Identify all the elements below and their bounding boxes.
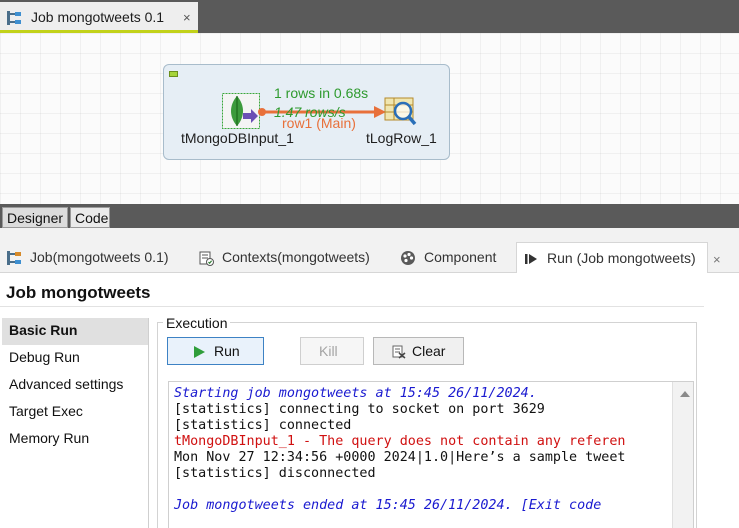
console-line: Starting job mongotweets at 15:45 26/11/… xyxy=(174,386,537,401)
tab-component[interactable]: Component xyxy=(400,242,510,273)
tab-designer[interactable]: Designer xyxy=(2,207,68,228)
console-line: [statistics] connected xyxy=(174,418,352,433)
nav-item-target-exec[interactable]: Target Exec xyxy=(2,399,148,426)
console-line: tMongoDBInput_1 - The query does not con… xyxy=(174,434,626,449)
collapse-subjob-icon[interactable] xyxy=(169,71,178,77)
tab-contexts-label: Contexts(mongotweets) xyxy=(222,249,370,265)
mongodb-icon[interactable] xyxy=(222,93,260,129)
close-icon[interactable]: × xyxy=(713,252,721,267)
tab-code[interactable]: Code xyxy=(70,207,110,228)
run-view-header: Job mongotweets xyxy=(0,280,704,307)
tab-run[interactable]: Run (Job mongotweets) xyxy=(516,242,708,273)
run-settings-nav: Basic Run Debug Run Advanced settings Ta… xyxy=(2,318,149,528)
clear-console-icon xyxy=(392,345,406,359)
play-icon xyxy=(194,346,205,358)
execution-group-label: Execution xyxy=(163,315,231,331)
panel-separator xyxy=(0,228,739,242)
console-output[interactable]: Starting job mongotweets at 15:45 26/11/… xyxy=(168,381,694,528)
clear-button-label: Clear xyxy=(412,343,446,359)
run-button-label: Run xyxy=(214,343,240,359)
tab-contexts[interactable]: Contexts(mongotweets) xyxy=(198,242,388,273)
console-line: Job mongotweets ended at 15:45 26/11/202… xyxy=(174,498,602,513)
designer-code-switch: Designer Code xyxy=(0,204,739,228)
job-icon xyxy=(7,11,21,25)
editor-tab-title: Job mongotweets 0.1 xyxy=(31,9,165,25)
component-label-mongodb: tMongoDBInput_1 xyxy=(181,130,294,146)
console-line: Mon Nov 27 12:34:56 +0000 2024|1.0|Here’… xyxy=(174,450,626,465)
console-line: [statistics] connecting to socket on por… xyxy=(174,402,545,417)
scroll-up-icon[interactable] xyxy=(680,391,690,397)
run-button[interactable]: Run xyxy=(167,337,264,365)
console-scrollbar[interactable] xyxy=(672,382,693,528)
console-line: [statistics] disconnected xyxy=(174,466,376,481)
editor-tab-job-mongotweets[interactable]: Job mongotweets 0.1 × xyxy=(0,2,198,33)
job-icon xyxy=(7,251,21,265)
close-icon[interactable]: × xyxy=(183,11,191,25)
tab-job[interactable]: Job(mongotweets 0.1) xyxy=(6,242,186,273)
clear-button[interactable]: Clear xyxy=(373,337,464,365)
log-row-icon[interactable] xyxy=(384,96,418,128)
kill-button[interactable]: Kill xyxy=(300,337,364,365)
nav-item-memory-run[interactable]: Memory Run xyxy=(2,426,148,453)
link-rows-statistic: 1 rows in 0.68s xyxy=(274,85,369,101)
run-view-icon xyxy=(525,254,537,264)
page-title: Job mongotweets xyxy=(6,283,151,302)
nav-item-debug-run[interactable]: Debug Run xyxy=(2,345,148,372)
nav-item-advanced-settings[interactable]: Advanced settings xyxy=(2,372,148,399)
nav-item-basic-run[interactable]: Basic Run xyxy=(2,318,148,345)
component-label-logrow: tLogRow_1 xyxy=(366,130,437,146)
tab-component-label: Component xyxy=(424,249,497,265)
link-name-label: row1 (Main) xyxy=(282,115,356,131)
contexts-icon xyxy=(199,251,214,266)
component-icon xyxy=(401,251,415,265)
editor-tab-bar: Job mongotweets 0.1 × xyxy=(0,0,739,33)
kill-button-label: Kill xyxy=(319,343,338,359)
tab-job-label: Job(mongotweets 0.1) xyxy=(30,249,169,265)
bottom-view-tabs: Job(mongotweets 0.1) Contexts(mongotweet… xyxy=(0,242,739,273)
tab-run-label: Run (Job mongotweets) xyxy=(547,250,696,266)
